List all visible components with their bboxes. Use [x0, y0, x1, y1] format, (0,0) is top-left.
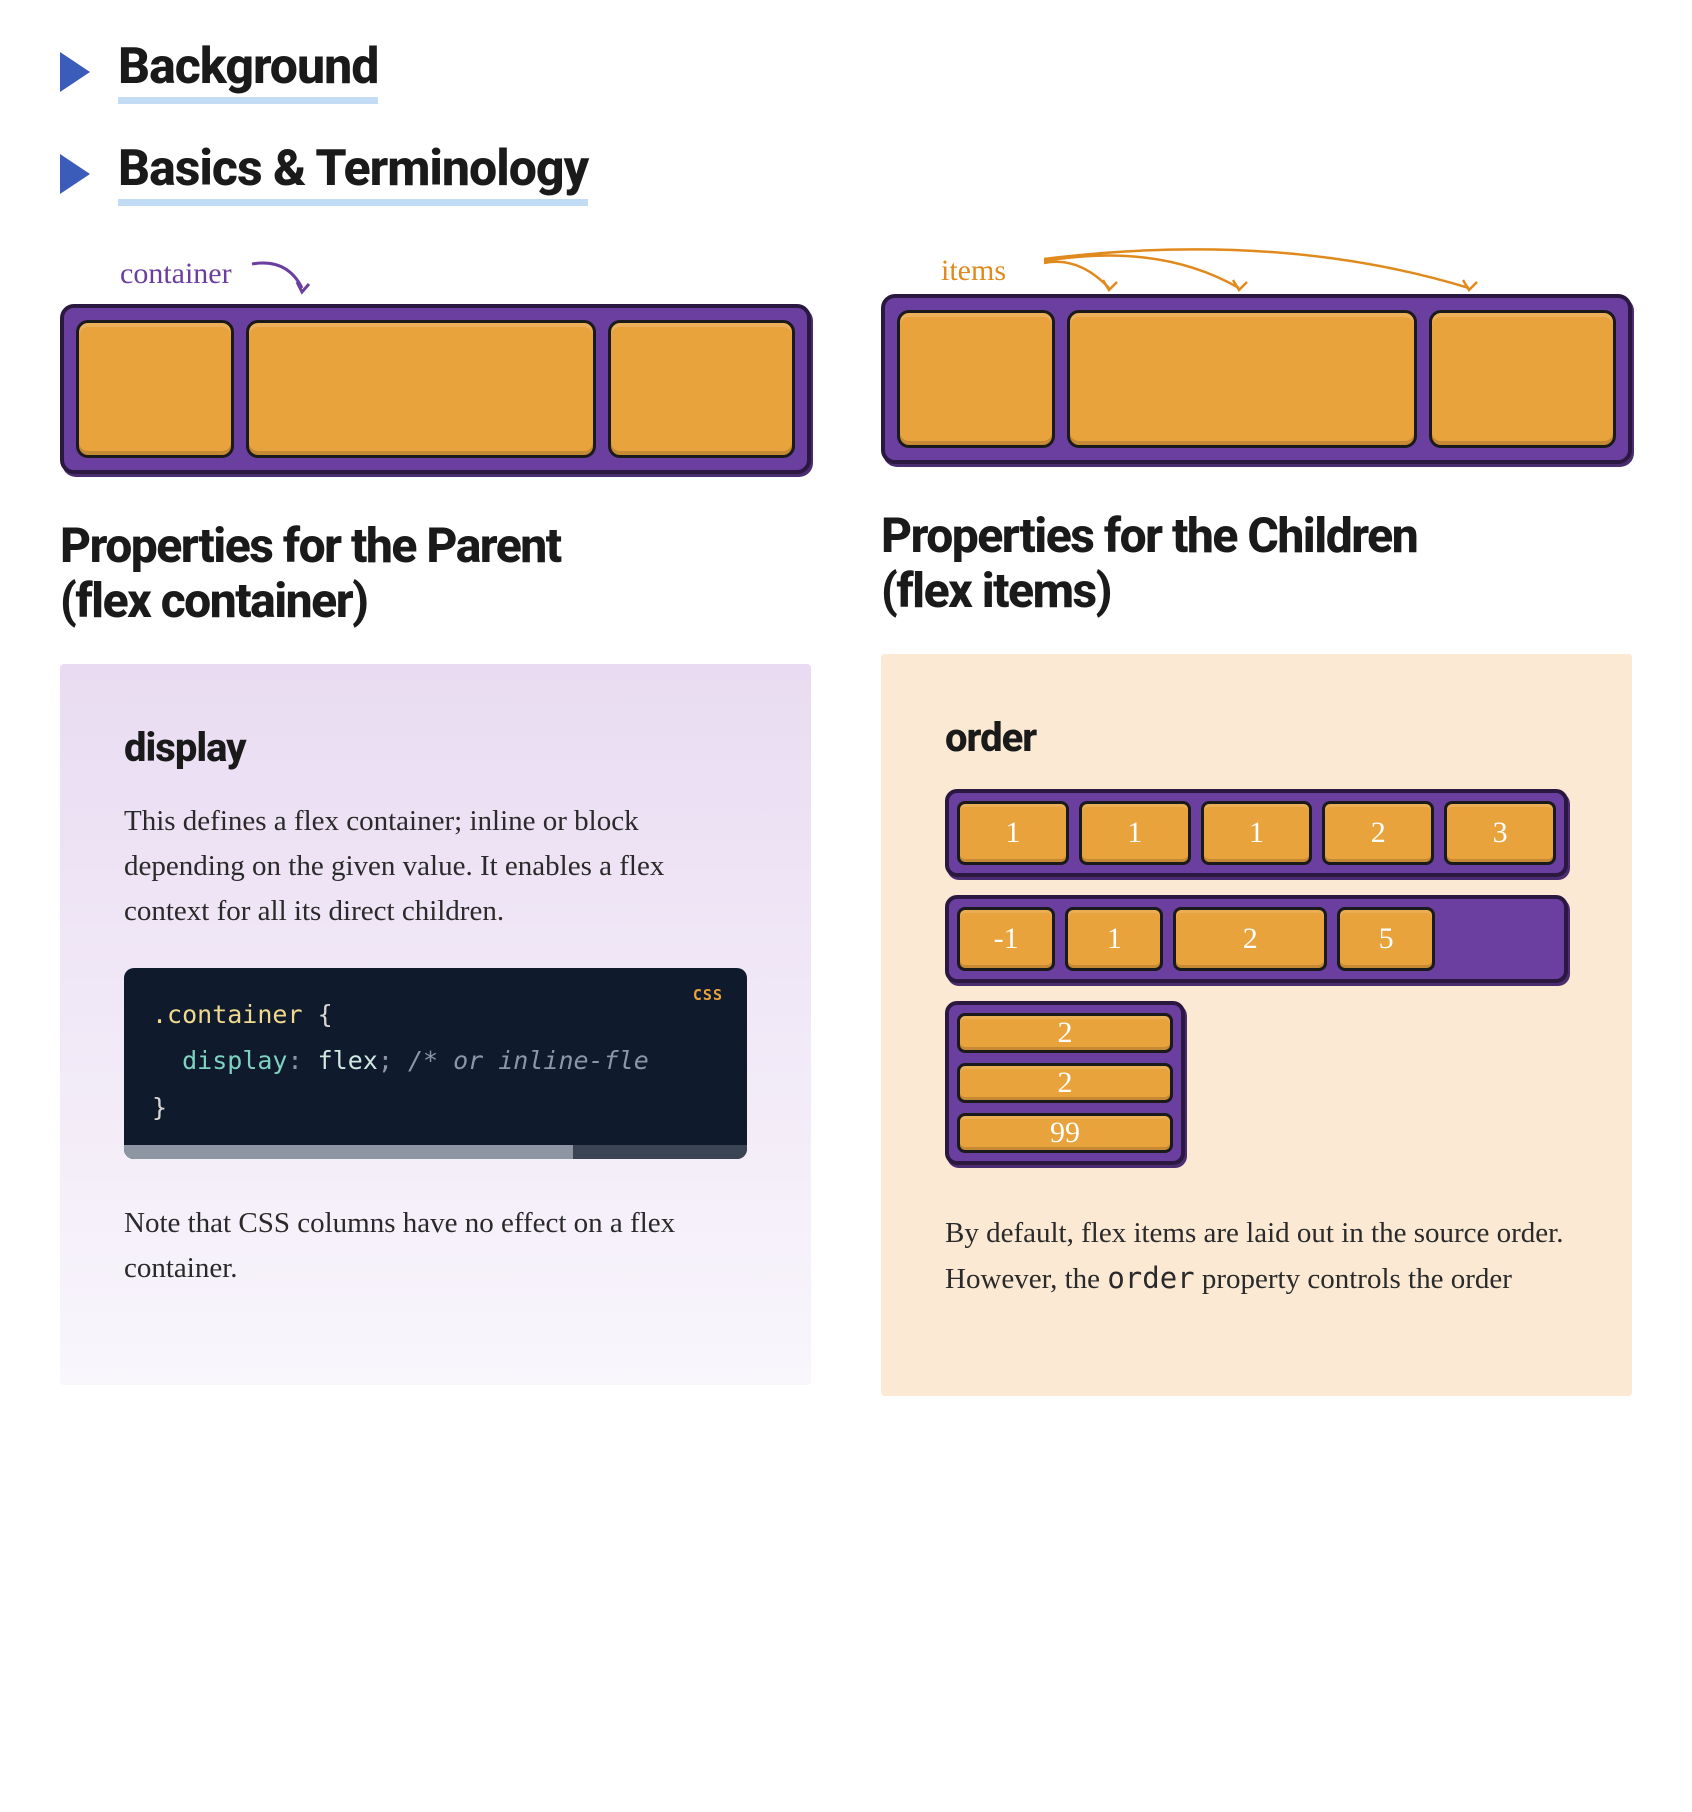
order-box: 1	[1065, 907, 1163, 971]
panel-order: order 1 1 1 2 3 -1 1 2 5 2	[881, 654, 1632, 1396]
diagram-label-text: container	[120, 257, 232, 290]
heading-basics: Basics & Terminology	[118, 142, 588, 206]
code-block: CSS .container { display: flex; /* or in…	[124, 968, 747, 1159]
order-box: 2	[1173, 907, 1327, 971]
order-box: 2	[957, 1013, 1173, 1053]
column-children: items Properties for the Children (flex …	[881, 254, 1632, 1396]
diagram-label-container: container	[120, 254, 811, 298]
heading-background: Background	[118, 40, 378, 104]
order-box: 99	[957, 1113, 1173, 1153]
code-line: display: flex; /* or inline-fle	[152, 1038, 719, 1084]
order-diagram: 1 1 1 2 3 -1 1 2 5 2 2 99	[945, 789, 1568, 1165]
order-box: 5	[1337, 907, 1435, 971]
diagram-box	[897, 310, 1055, 448]
prop-title-order: order	[945, 714, 1568, 761]
inline-code: order	[1107, 1261, 1194, 1295]
diagram-box	[1067, 310, 1417, 448]
order-box: 1	[957, 801, 1069, 865]
items-diagram	[881, 294, 1632, 464]
order-box: 2	[957, 1063, 1173, 1103]
scrollbar-thumb[interactable]	[124, 1145, 573, 1159]
prop-note-display: Note that CSS columns have no effect on …	[124, 1201, 747, 1291]
code-line: }	[152, 1085, 719, 1131]
section-title-parent: Properties for the Parent (flex containe…	[60, 518, 811, 628]
prop-desc-order: By default, flex items are laid out in t…	[945, 1211, 1568, 1302]
code-lang-label: CSS	[693, 986, 723, 1004]
prop-desc-display: This defines a flex container; inline or…	[124, 799, 747, 934]
order-box: 1	[1079, 801, 1191, 865]
diagram-label-items: items	[941, 254, 1632, 288]
chevron-right-icon	[60, 52, 90, 92]
arrows-items-icon	[1039, 248, 1519, 296]
order-row: 1 1 1 2 3	[945, 789, 1568, 877]
chevron-right-icon	[60, 154, 90, 194]
diagram-box	[76, 320, 234, 458]
collapsible-basics[interactable]: Basics & Terminology	[60, 142, 1632, 206]
order-row-vertical: 2 2 99	[945, 1001, 1185, 1165]
section-title-children: Properties for the Children (flex items)	[881, 508, 1632, 618]
order-box: 1	[1201, 801, 1313, 865]
order-row: -1 1 2 5	[945, 895, 1568, 983]
order-box: -1	[957, 907, 1055, 971]
code-scrollbar[interactable]	[124, 1145, 747, 1159]
collapsible-background[interactable]: Background	[60, 40, 1632, 104]
container-diagram	[60, 304, 811, 474]
text: property controls the order	[1195, 1263, 1512, 1295]
diagram-label-text: items	[941, 254, 1006, 287]
diagram-box	[608, 320, 795, 458]
arrow-curve-icon	[247, 254, 327, 298]
order-box: 2	[1322, 801, 1434, 865]
diagram-box	[1429, 310, 1616, 448]
prop-title-display: display	[124, 724, 747, 771]
order-box: 3	[1444, 801, 1556, 865]
code-line: .container {	[152, 992, 719, 1038]
panel-display: display This defines a flex container; i…	[60, 664, 811, 1384]
order-spacer	[1445, 907, 1556, 971]
diagram-box	[246, 320, 596, 458]
column-parent: container Properties for the Parent (fle…	[60, 254, 811, 1396]
